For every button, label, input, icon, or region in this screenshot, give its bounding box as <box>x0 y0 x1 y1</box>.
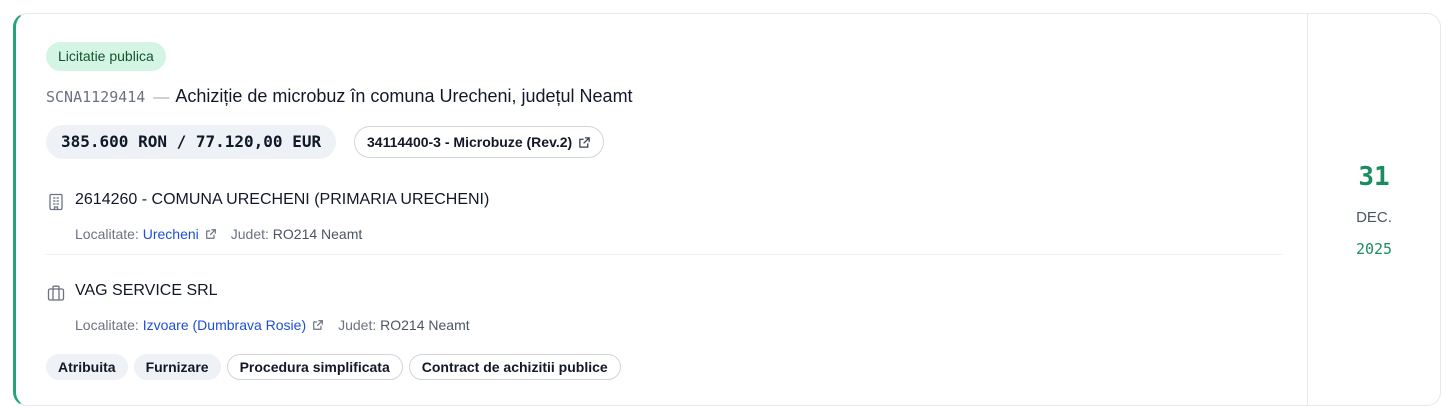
localitate-label: Localitate: <box>75 317 139 333</box>
supplier-name[interactable]: VAG SERVICE SRL <box>75 282 218 300</box>
cpv-code-pill[interactable]: 34114400-3 - Microbuze (Rev.2) <box>354 126 605 158</box>
date-day: 31 <box>1358 162 1390 192</box>
card-main: Licitatie publica SCNA1129414 — Achiziție … <box>16 14 1310 405</box>
contract-value-pill: 385.600 RON / 77.120,00 EUR <box>46 125 337 159</box>
localitate-label: Localitate: <box>75 226 139 242</box>
tag-procedure[interactable]: Procedura simplificata <box>226 354 403 380</box>
authority-localitate-link[interactable]: Urecheni <box>143 226 199 242</box>
tag-status[interactable]: Atribuita <box>46 354 128 380</box>
notice-code: SCNA1129414 <box>46 88 146 106</box>
tag-list: Atribuita Furnizare Procedura simplificata… <box>46 354 627 380</box>
judet-label: Judet: <box>230 226 269 242</box>
status-badge: Licitatie publica <box>46 42 166 71</box>
date-column: 31 DEC. 2025 <box>1307 14 1440 405</box>
section-divider <box>46 254 1282 255</box>
briefcase-icon <box>47 285 65 301</box>
supplier-judet: RO214 Neamt <box>380 317 470 333</box>
date-year: 2025 <box>1355 240 1393 258</box>
judet-label: Judet: <box>338 317 377 333</box>
external-link-icon <box>579 137 590 148</box>
title-separator: — <box>153 89 170 106</box>
external-link-icon[interactable] <box>205 228 217 240</box>
authority-name[interactable]: 2614260 - COMUNA URECHENI (PRIMARIA UREC… <box>75 191 489 209</box>
tag-type[interactable]: Furnizare <box>133 354 221 380</box>
supplier-meta: Localitate: Izvoare (Dumbrava Rosie) Jude… <box>75 317 470 333</box>
date-month: DEC. <box>1356 209 1392 226</box>
notice-title-row[interactable]: SCNA1129414 — Achiziție de microbuz în com… <box>46 86 633 107</box>
building-icon <box>49 193 63 211</box>
cpv-label: 34114400-3 - Microbuze (Rev.2) <box>367 134 573 150</box>
authority-judet: RO214 Neamt <box>272 226 363 242</box>
authority-meta: Localitate: Urecheni Judet: RO214 Neamt <box>75 226 362 242</box>
tag-contract[interactable]: Contract de achizitii publice <box>408 354 621 380</box>
external-link-icon[interactable] <box>312 319 324 331</box>
procurement-card[interactable]: Licitatie publica SCNA1129414 — Achiziție … <box>13 13 1441 406</box>
supplier-localitate-link[interactable]: Izvoare (Dumbrava Rosie) <box>143 317 306 333</box>
notice-title[interactable]: Achiziție de microbuz în comuna Urecheni… <box>175 86 632 106</box>
